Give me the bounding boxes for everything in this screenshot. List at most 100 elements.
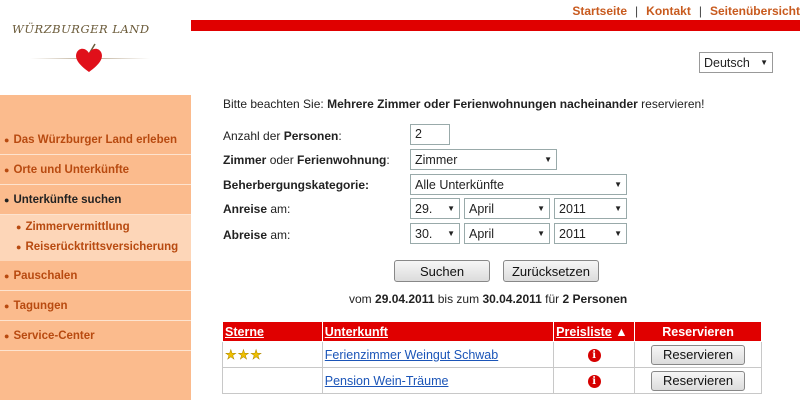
search-summary: vom 29.04.2011 bis zum 30.04.2011 für 2 … (349, 292, 627, 306)
sidebar-item-orte[interactable]: ● Orte und Unterkünfte (0, 155, 191, 185)
reservation-notice: Bitte beachten Sie: Mehrere Zimmer oder … (223, 97, 705, 111)
column-sterne[interactable]: Sterne (222, 321, 323, 342)
link-startseite[interactable]: Startseite (572, 4, 627, 18)
type-select[interactable]: Zimmer ▼ (410, 149, 557, 170)
bullet-icon: ● (16, 222, 22, 232)
arrival-year-select[interactable]: 2011 ▼ (554, 198, 627, 219)
info-icon[interactable]: i (587, 349, 601, 362)
chevron-down-icon: ▼ (447, 204, 455, 213)
departure-year-select[interactable]: 2011 ▼ (554, 223, 627, 244)
sidebar-subitem-label: Zimmervermittlung (25, 221, 130, 233)
label-part: Beherbergungskategorie: (223, 178, 370, 192)
sidebar-subitem-label: Reiserücktrittsversicherung (25, 241, 179, 253)
info-icon[interactable]: i (587, 375, 601, 388)
chevron-down-icon: ▼ (537, 204, 545, 213)
category-label: Beherbergungskategorie: (223, 178, 369, 192)
accommodation-cell: Pension Wein-Träume (321, 367, 555, 394)
bullet-icon: ● (4, 194, 10, 205)
label-part: am: (267, 228, 291, 242)
column-label: Unterkunft (324, 324, 388, 339)
table-row: ★★★ Ferienzimmer Weingut Schwab i Reserv… (222, 341, 762, 368)
sidebar-item-service-center[interactable]: ● Service-Center (0, 321, 191, 351)
label-part: am: (267, 202, 291, 216)
table-row: Pension Wein-Träume i Reservieren (222, 367, 762, 394)
search-button[interactable]: Suchen (394, 260, 490, 282)
sidebar-subitem-zimmervermittlung[interactable]: ● Zimmervermittlung (0, 217, 191, 237)
notice-prefix: Bitte beachten Sie: (223, 97, 328, 111)
reset-button[interactable]: Zurücksetzen (503, 260, 599, 282)
header-red-bar (191, 20, 800, 31)
column-label: Sterne (225, 324, 264, 339)
bullet-icon: ● (4, 330, 10, 341)
column-unterkunft[interactable]: Unterkunft (321, 321, 555, 342)
star-rating-icon: ★★★ (225, 346, 263, 362)
notice-bold: Mehrere Zimmer oder Ferienwohnungen nach… (327, 97, 638, 111)
sidebar-item-label: Orte und Unterkünfte (13, 163, 130, 176)
type-label: Zimmer oder Ferienwohnung: (223, 153, 390, 167)
sidebar-item-tagungen[interactable]: ● Tagungen (0, 291, 191, 321)
pricelist-cell: i (553, 341, 636, 368)
chevron-down-icon: ▼ (760, 58, 768, 67)
sidebar-item-label: Tagungen (13, 299, 68, 312)
sidebar: ● Das Würzburger Land erleben ● Orte und U… (0, 95, 191, 400)
link-seitenuebersicht[interactable]: Seitenübersicht (710, 4, 800, 18)
type-value: Zimmer (415, 152, 458, 167)
arrival-month-select[interactable]: April ▼ (464, 198, 550, 219)
column-preisliste[interactable]: Preisliste ▲ (553, 321, 636, 342)
sidebar-item-pauschalen[interactable]: ● Pauschalen (0, 261, 191, 291)
reserve-button[interactable]: Reservieren (651, 344, 746, 365)
bullet-icon: ● (4, 134, 10, 145)
label-part: Personen (283, 129, 339, 143)
accommodation-cell: Ferienzimmer Weingut Schwab (321, 341, 555, 368)
sort-asc-icon: ▲ (615, 324, 628, 339)
chevron-down-icon: ▼ (447, 229, 455, 238)
table-header-row: Sterne Unterkunft Preisliste ▲ Reservier… (222, 321, 762, 342)
site-logo[interactable]: WÜRZBURGER LAND (0, 0, 191, 95)
departure-month-value: April (469, 226, 495, 241)
accommodation-link[interactable]: Ferienzimmer Weingut Schwab (325, 348, 498, 362)
category-select[interactable]: Alle Unterkünfte ▼ (410, 174, 627, 195)
separator: | (698, 4, 702, 18)
logo-text: WÜRZBURGER LAND (12, 22, 150, 36)
language-select[interactable]: Deutsch ▼ (699, 52, 773, 73)
stars-cell (222, 367, 323, 394)
label-part: : (338, 129, 342, 143)
sidebar-subitem-reiseruecktritt[interactable]: ● Reiserücktrittsversicherung (0, 237, 191, 257)
chevron-down-icon: ▼ (537, 229, 545, 238)
category-value: Alle Unterkünfte (415, 177, 504, 192)
stars-cell: ★★★ (222, 341, 323, 368)
label-part: oder (266, 153, 298, 167)
reserve-button[interactable]: Reservieren (651, 370, 746, 391)
label-part: Zimmer (223, 153, 267, 167)
column-reservieren: Reservieren (634, 321, 762, 342)
departure-day-select[interactable]: 30. ▼ (410, 223, 460, 244)
departure-month-select[interactable]: April ▼ (464, 223, 550, 244)
label-part: Anzahl der (223, 129, 284, 143)
arrival-label: Anreise am: (223, 202, 290, 216)
departure-label: Abreise am: (223, 228, 290, 242)
sidebar-item-wuerzburger-land[interactable]: ● Das Würzburger Land erleben (0, 125, 191, 155)
column-label: Reservieren (662, 324, 734, 339)
arrival-day-value: 29. (415, 201, 433, 216)
sidebar-item-label: Pauschalen (13, 269, 78, 282)
arrival-year-value: 2011 (559, 201, 586, 216)
accommodation-link[interactable]: Pension Wein-Träume (325, 374, 449, 388)
results-table: Sterne Unterkunft Preisliste ▲ Reservier… (222, 321, 762, 394)
sidebar-item-label: Service-Center (13, 329, 95, 342)
bullet-icon: ● (4, 164, 10, 175)
link-kontakt[interactable]: Kontakt (646, 4, 691, 18)
summary-part: für (541, 292, 563, 306)
language-value: Deutsch (704, 55, 750, 70)
sidebar-item-unterkuenfte-suchen[interactable]: ● Unterkünfte suchen (0, 185, 191, 215)
persons-value: 2 (415, 127, 422, 141)
summary-persons: 2 Personen (562, 292, 628, 306)
arrival-month-value: April (469, 201, 495, 216)
bullet-icon: ● (16, 242, 22, 252)
departure-day-value: 30. (415, 226, 433, 241)
arrival-day-select[interactable]: 29. ▼ (410, 198, 460, 219)
reserve-cell: Reservieren (634, 367, 762, 394)
departure-year-value: 2011 (559, 226, 586, 241)
summary-part: vom (349, 292, 376, 306)
chevron-down-icon: ▼ (614, 204, 622, 213)
persons-input[interactable]: 2 (410, 124, 450, 145)
